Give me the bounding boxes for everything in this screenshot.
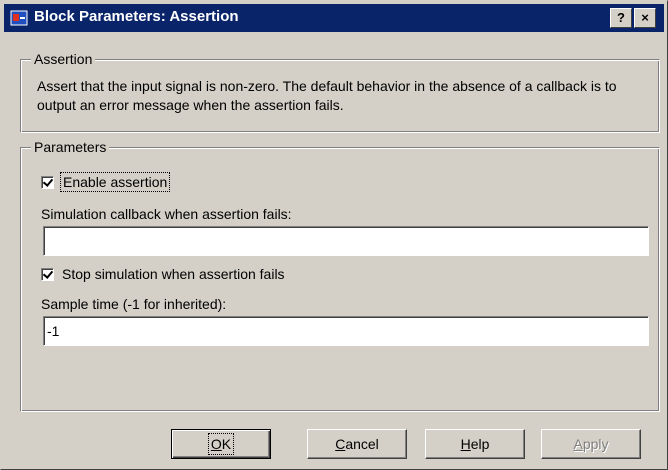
enable-assertion-checkbox[interactable]: Enable assertion	[41, 172, 171, 192]
callback-input[interactable]	[43, 226, 649, 256]
help-icon[interactable]: ?	[610, 8, 632, 28]
checkmark-icon[interactable]	[41, 175, 54, 189]
parameters-group-legend: Parameters	[31, 139, 110, 155]
ok-button-label: OK	[207, 433, 235, 455]
apply-button[interactable]: Apply	[541, 429, 641, 459]
cancel-button[interactable]: Cancel	[307, 429, 407, 459]
enable-assertion-label[interactable]: Enable assertion	[59, 172, 171, 192]
parameters-group: Parameters Enable assertion Simulation c…	[20, 139, 660, 412]
simulink-block-icon	[10, 9, 28, 27]
help-button[interactable]: Help	[425, 429, 525, 459]
apply-button-label: Apply	[573, 436, 609, 452]
dialog-window: Block Parameters: Assertion ? × Assertio…	[0, 0, 668, 470]
sample-time-input[interactable]: -1	[43, 316, 649, 346]
assertion-group-legend: Assertion	[31, 51, 96, 67]
stop-simulation-checkbox[interactable]: Stop simulation when assertion fails	[41, 264, 285, 284]
title-bar[interactable]: Block Parameters: Assertion ? ×	[4, 4, 664, 32]
window-title: Block Parameters: Assertion	[34, 8, 239, 25]
help-button-label: Help	[460, 436, 490, 452]
assertion-group: Assertion Assert that the input signal i…	[20, 51, 660, 133]
stop-simulation-label[interactable]: Stop simulation when assertion fails	[62, 266, 285, 282]
checkmark-icon[interactable]	[41, 267, 54, 281]
block-description: Assert that the input signal is non-zero…	[37, 78, 617, 113]
ok-button[interactable]: OK	[171, 429, 271, 459]
close-icon[interactable]: ×	[634, 8, 656, 28]
cancel-button-label: Cancel	[335, 436, 379, 452]
callback-label: Simulation callback when assertion fails…	[41, 206, 292, 222]
sample-time-label: Sample time (-1 for inherited):	[41, 296, 227, 312]
